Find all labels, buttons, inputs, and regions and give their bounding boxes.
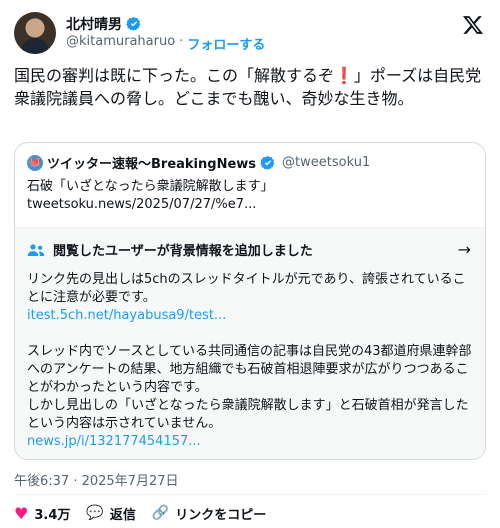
community-note[interactable]: 閲覧したユーザーが背景情報を追加しました → リンク先の見出しは5chのスレッド… <box>15 227 485 459</box>
note-paragraph: スレッド内でソースとしている共同通信の記事は自民党の43都道府県連幹部へのアンケ… <box>27 344 472 395</box>
reply-label: 返信 <box>109 507 136 523</box>
author-name-row: 北村晴男 <box>66 14 142 34</box>
like-button[interactable]: ♥ 3.4万 <box>14 504 70 523</box>
note-paragraph: しかし見出しの「いざとなったら衆議院解散します」と石破首相が発言したという内容は… <box>27 398 469 431</box>
separator: · <box>179 34 184 49</box>
heart-icon: ♥ <box>14 503 29 523</box>
post-timestamp[interactable]: 午後6:37 · 2025年7月27日 <box>14 470 179 489</box>
author-handle[interactable]: @kitamuraharuo <box>66 34 175 53</box>
copy-link-button[interactable]: 🔗 リンクをコピー <box>152 504 266 523</box>
people-icon <box>27 243 45 256</box>
copy-link-label: リンクをコピー <box>175 507 267 523</box>
quoted-link[interactable]: tweetsoku.news/2025/07/27/%e7... <box>27 196 473 214</box>
divider <box>14 494 486 495</box>
note-paragraph: リンク先の見出しは5chのスレッドタイトルが元であり、誇張されていることに注意が… <box>27 272 466 305</box>
note-link[interactable]: news.jp/i/132177454157... <box>27 433 473 451</box>
verified-icon <box>260 155 275 170</box>
quoted-post-card[interactable]: 🐙 ツイッター速報〜BreakingNews @tweetsoku1 石破「いざ… <box>14 142 486 460</box>
action-bar: ♥ 3.4万 💬 返信 🔗 リンクをコピー <box>14 502 266 524</box>
arrow-right-icon[interactable]: → <box>458 240 471 259</box>
like-count: 3.4万 <box>34 507 71 523</box>
quoted-author-name: ツイッター速報〜BreakingNews <box>47 157 257 172</box>
reply-icon: 💬 <box>86 505 104 521</box>
quoted-post[interactable]: 🐙 ツイッター速報〜BreakingNews @tweetsoku1 石破「いざ… <box>27 153 473 214</box>
avatar[interactable] <box>14 12 56 54</box>
quoted-author-handle: @tweetsoku1 <box>282 155 371 170</box>
note-link[interactable]: itest.5ch.net/hayabusa9/test... <box>27 307 473 325</box>
verified-icon <box>126 17 141 31</box>
x-logo-icon[interactable] <box>462 14 484 36</box>
community-note-title: 閲覧したユーザーが背景情報を追加しました <box>53 244 313 259</box>
author-name[interactable]: 北村晴男 <box>66 14 122 34</box>
post-header: 北村晴男 @kitamuraharuo · フォローする <box>14 10 486 54</box>
reply-button[interactable]: 💬 返信 <box>86 504 135 523</box>
quoted-text: 石破「いざとなったら衆議院解散します」 <box>27 179 274 194</box>
quoted-post-header: 🐙 ツイッター速報〜BreakingNews @tweetsoku1 <box>27 153 473 172</box>
quoted-avatar-icon: 🐙 <box>27 154 43 171</box>
follow-button[interactable]: フォローする <box>187 34 265 53</box>
author-handle-row: @kitamuraharuo · フォローする <box>66 34 265 53</box>
community-note-body: リンク先の見出しは5chのスレッドタイトルが元であり、誇張されていることに注意が… <box>27 271 473 451</box>
community-note-header: 閲覧したユーザーが背景情報を追加しました <box>27 240 473 259</box>
post-text: 国民の審判は既に下った。この「解散するぞ❗」ポーズは自民党衆議院議員への脅し。ど… <box>14 66 482 108</box>
link-icon: 🔗 <box>151 505 170 521</box>
